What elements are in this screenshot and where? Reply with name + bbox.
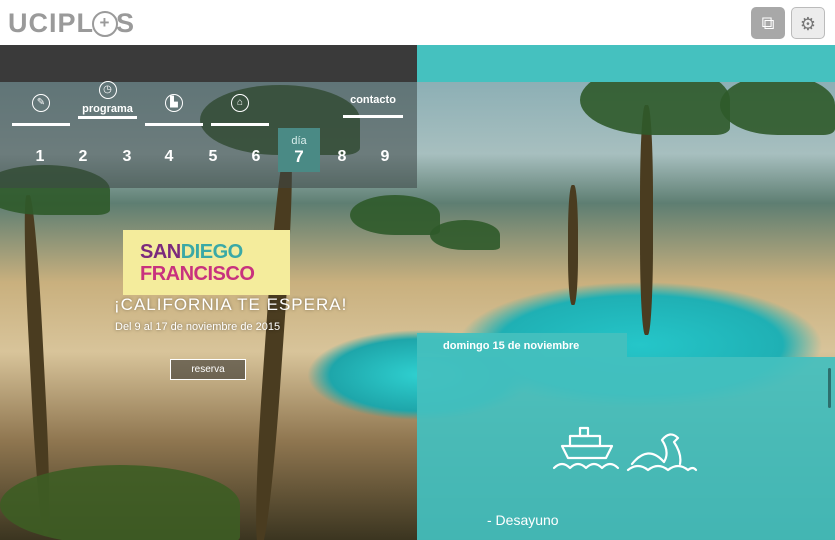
promo-dates: Del 9 al 17 de noviembre de 2015 [115, 321, 281, 333]
reserva-button[interactable]: reserva [170, 359, 246, 380]
header-strip-teal [417, 45, 835, 82]
boat-whale-icon [552, 426, 698, 472]
day-3[interactable]: 3 [106, 128, 148, 172]
nav-item-programa[interactable]: ◷ programa [78, 79, 137, 119]
day-6[interactable]: 6 [235, 128, 277, 172]
day-1[interactable]: 1 [19, 128, 61, 172]
activity-item: - Desayuno [487, 512, 559, 528]
app-logo[interactable]: UCIPL + S [8, 8, 135, 39]
compass-icon: ✎ [32, 94, 50, 112]
settings-button[interactable]: ⚙ [791, 7, 825, 39]
day-2[interactable]: 2 [62, 128, 104, 172]
clock-icon: ◷ [98, 81, 117, 99]
day-9[interactable]: 9 [364, 128, 406, 172]
scrollbar[interactable] [828, 368, 831, 408]
day-8[interactable]: 8 [321, 128, 363, 172]
day-7-selected[interactable]: día 7 [278, 128, 320, 172]
day-5[interactable]: 5 [192, 128, 234, 172]
top-bar: UCIPL + S ⧉ ⚙ [0, 0, 835, 46]
nav-item-contacto[interactable]: contacto [343, 90, 403, 120]
chat-button[interactable]: ⧉ [751, 7, 785, 39]
settings-icon: ⚙ [799, 14, 817, 34]
nav-item-about[interactable]: ✎ [12, 92, 70, 126]
schedule-date: domingo 15 de noviembre [417, 333, 627, 357]
header-strip-dark [0, 45, 417, 82]
grid-icon: ▙ [165, 94, 183, 112]
chat-icon: ⧉ [761, 13, 775, 33]
promo-tagline: ¡CALIFORNIA TE ESPERA! [114, 295, 348, 314]
day-4[interactable]: 4 [148, 128, 190, 172]
home-icon: ⌂ [231, 94, 249, 112]
promo-logo: SANDIEGO FRANCISCO [123, 230, 290, 295]
nav-item-grid[interactable]: ▙ [145, 92, 203, 126]
nav-item-home[interactable]: ⌂ [211, 92, 269, 126]
